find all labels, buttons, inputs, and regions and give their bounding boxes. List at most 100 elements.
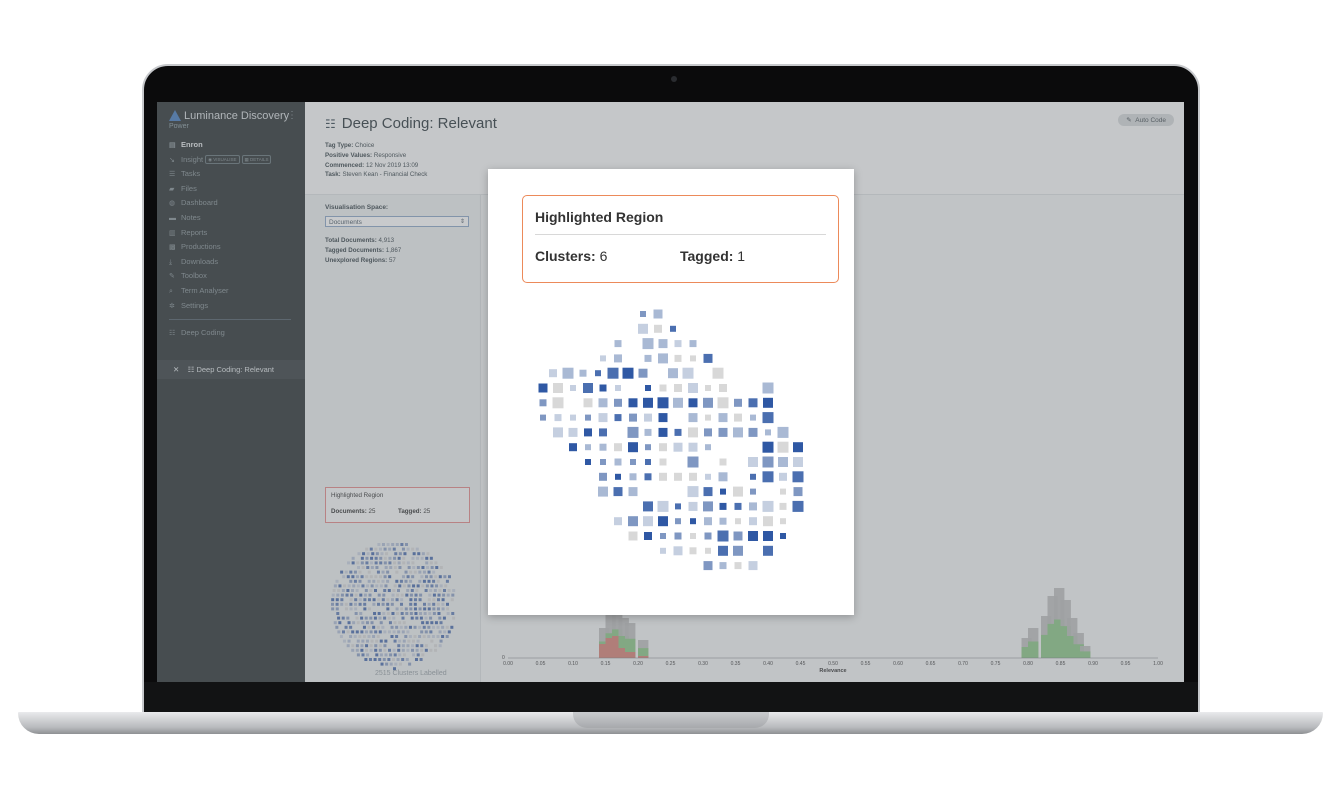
cluster-cell[interactable] [705, 444, 711, 451]
cluster-cell[interactable] [674, 384, 682, 392]
cluster-cell[interactable] [583, 398, 593, 408]
cluster-cell[interactable] [704, 428, 712, 437]
cluster-cell[interactable] [690, 518, 696, 525]
cluster-cell[interactable] [585, 414, 591, 421]
cluster-cell[interactable] [675, 518, 681, 525]
cluster-cell[interactable] [659, 458, 667, 466]
cluster-cell[interactable] [674, 340, 682, 348]
cluster-cell[interactable] [658, 413, 668, 423]
cluster-cell[interactable] [780, 518, 786, 525]
cluster-cell[interactable] [614, 517, 622, 526]
cluster-cell[interactable] [718, 472, 728, 482]
cluster-cell[interactable] [643, 516, 653, 527]
cluster-cell[interactable] [654, 324, 662, 333]
cluster-cell[interactable] [719, 384, 727, 392]
cluster-cell[interactable] [642, 338, 654, 350]
cluster-cell[interactable] [584, 428, 592, 437]
cluster-cell[interactable] [733, 531, 743, 541]
cluster-cell[interactable] [748, 398, 758, 408]
cluster-cell[interactable] [645, 459, 651, 465]
cluster-cell[interactable] [644, 354, 652, 362]
cluster-cell[interactable] [645, 385, 651, 391]
cluster-cell[interactable] [598, 486, 608, 497]
cluster-cell[interactable] [762, 412, 774, 424]
cluster-cell[interactable] [630, 459, 636, 465]
cluster-cell[interactable] [614, 443, 622, 452]
cluster-cell[interactable] [748, 561, 758, 571]
cluster-cell[interactable] [719, 458, 727, 466]
cluster-cell[interactable] [638, 368, 648, 378]
cluster-cell[interactable] [600, 355, 606, 362]
cluster-cell[interactable] [792, 471, 804, 483]
cluster-cell[interactable] [552, 397, 564, 409]
cluster-cell[interactable] [554, 414, 562, 422]
cluster-cell[interactable] [719, 562, 727, 570]
cluster-cell[interactable] [553, 383, 563, 393]
cluster-cell[interactable] [644, 428, 652, 436]
cluster-cell[interactable] [674, 354, 682, 362]
cluster-cell[interactable] [668, 368, 678, 379]
cluster-cell[interactable] [645, 444, 651, 451]
cluster-cell[interactable] [705, 473, 711, 480]
cluster-cell[interactable] [628, 398, 638, 408]
cluster-cell[interactable] [749, 502, 757, 511]
cluster-cell[interactable] [675, 503, 681, 510]
cluster-cell[interactable] [628, 487, 638, 497]
cluster-cell[interactable] [779, 472, 787, 481]
cluster-cell[interactable] [598, 398, 608, 408]
cluster-cell[interactable] [763, 397, 773, 408]
cluster-cell[interactable] [600, 459, 606, 465]
cluster-cell[interactable] [793, 487, 803, 497]
cluster-cell[interactable] [674, 472, 682, 481]
cluster-cell[interactable] [687, 486, 699, 498]
cluster-cell[interactable] [599, 443, 607, 451]
cluster-cell[interactable] [673, 397, 683, 408]
cluster-cell[interactable] [778, 457, 788, 467]
cluster-cell[interactable] [750, 473, 756, 480]
cluster-cell[interactable] [622, 367, 634, 379]
cluster-cell[interactable] [704, 517, 712, 526]
cluster-cell[interactable] [628, 442, 638, 453]
cluster-cell[interactable] [703, 487, 713, 497]
cluster-cell[interactable] [734, 398, 742, 407]
cluster-cell[interactable] [688, 442, 698, 452]
cluster-cell[interactable] [703, 353, 713, 363]
cluster-cell[interactable] [718, 545, 728, 556]
cluster-cell[interactable] [717, 397, 729, 409]
cluster-cell[interactable] [615, 473, 621, 480]
cluster-cell[interactable] [792, 500, 804, 512]
cluster-cell[interactable] [658, 427, 668, 437]
cluster-cell[interactable] [583, 383, 593, 393]
cluster-cell[interactable] [763, 545, 773, 556]
cluster-cell[interactable] [614, 398, 622, 407]
cluster-cell[interactable] [599, 472, 607, 481]
cluster-cell[interactable] [748, 427, 758, 437]
cluster-cell[interactable] [553, 427, 563, 438]
cluster-cell[interactable] [703, 397, 713, 408]
cluster-cell[interactable] [638, 323, 648, 334]
cluster-cell[interactable] [765, 429, 771, 436]
cluster-cell[interactable] [718, 413, 728, 423]
cluster-cell[interactable] [763, 516, 773, 527]
cluster-cell[interactable] [733, 545, 743, 556]
cluster-cell[interactable] [627, 426, 639, 438]
cluster-cell[interactable] [570, 414, 576, 421]
cluster-cell[interactable] [689, 472, 697, 481]
cluster-cell[interactable] [644, 532, 652, 540]
cluster-cell[interactable] [569, 443, 577, 452]
cluster-cell[interactable] [614, 354, 622, 363]
cluster-cell[interactable] [750, 414, 756, 421]
cluster-cell[interactable] [712, 367, 724, 379]
cluster-cell[interactable] [688, 413, 698, 423]
cluster-cell[interactable] [629, 413, 637, 422]
cluster-cell[interactable] [780, 533, 786, 539]
cluster-cell[interactable] [704, 532, 712, 540]
cluster-cell[interactable] [703, 501, 713, 512]
modal-cluster-map[interactable] [488, 294, 854, 614]
cluster-cell[interactable] [734, 562, 742, 570]
cluster-cell[interactable] [660, 533, 666, 539]
cluster-cell[interactable] [595, 370, 601, 377]
cluster-cell[interactable] [644, 413, 652, 422]
cluster-cell[interactable] [628, 531, 638, 541]
cluster-cell[interactable] [718, 427, 728, 437]
